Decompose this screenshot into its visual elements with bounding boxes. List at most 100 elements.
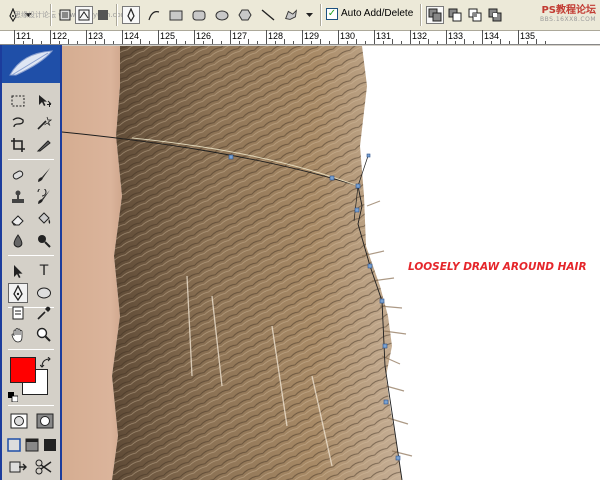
eraser-tool-icon[interactable] [8, 209, 28, 229]
ruler-major-tick [482, 30, 483, 44]
ruler-minor-tick [95, 41, 96, 44]
ruler-minor-tick [464, 39, 465, 44]
ruler-minor-tick [473, 41, 474, 44]
ruler-minor-tick [293, 41, 294, 44]
line-tool-icon[interactable] [259, 6, 277, 24]
feather-logo-icon [9, 50, 54, 76]
ruler-label: 124 [124, 31, 140, 41]
custom-shape-dropdown-icon[interactable] [304, 6, 314, 24]
ruler-label: 133 [448, 31, 464, 41]
foreground-color-swatch[interactable] [10, 357, 36, 383]
dodge-tool-icon[interactable] [34, 231, 54, 251]
ruler-major-tick [446, 30, 447, 44]
standard-mode-icon[interactable] [8, 411, 30, 431]
rounded-rectangle-tool-icon[interactable] [190, 6, 208, 24]
blur-tool-icon[interactable] [8, 231, 28, 251]
annotation-text: LOOSELY DRAW AROUND HAIR [408, 261, 587, 273]
ellipse-tool-icon[interactable] [213, 6, 231, 24]
ruler-minor-tick [140, 39, 141, 44]
ruler-major-tick [374, 30, 375, 44]
eyedropper-tool-icon[interactable] [34, 303, 54, 323]
ruler-minor-tick [500, 39, 501, 44]
ruler-major-tick [338, 30, 339, 44]
shape-layers-mode-icon[interactable] [56, 6, 74, 24]
ruler-minor-tick [23, 41, 24, 44]
path-selection-tool-icon[interactable] [8, 261, 28, 281]
ruler-minor-tick [275, 41, 276, 44]
type-tool-icon[interactable]: T [34, 261, 54, 281]
jump-to-imageready-icon[interactable] [8, 457, 28, 477]
move-tool-icon[interactable] [34, 91, 54, 111]
default-colors-icon[interactable] [8, 387, 19, 403]
crop-tool-icon[interactable] [8, 135, 28, 155]
pen-tool-icon[interactable] [8, 283, 28, 303]
pen-tool-icon[interactable] [122, 6, 140, 24]
healing-brush-tool-icon[interactable] [8, 165, 28, 185]
notes-tool-icon[interactable] [8, 303, 28, 323]
ruler-minor-tick [167, 41, 168, 44]
paint-bucket-tool-icon[interactable] [34, 209, 54, 229]
ruler-minor-tick [284, 39, 285, 44]
ruler-label: 128 [268, 31, 284, 41]
ruler-major-tick [266, 30, 267, 44]
ruler-minor-tick [68, 39, 69, 44]
rectangular-marquee-tool-icon[interactable] [8, 91, 28, 111]
full-screen-mode-icon[interactable] [42, 435, 58, 455]
exclude-overlapping-areas-icon[interactable] [486, 6, 504, 24]
full-screen-menu-mode-icon[interactable] [24, 435, 40, 455]
paths-mode-icon[interactable] [75, 6, 93, 24]
lasso-tool-icon[interactable] [8, 113, 28, 133]
ruler-minor-tick [365, 41, 366, 44]
history-brush-tool-icon[interactable] [34, 187, 54, 207]
ruler-major-tick [14, 30, 15, 44]
ruler-minor-tick [437, 41, 438, 44]
ruler-minor-tick [527, 41, 528, 44]
ruler-major-tick [194, 30, 195, 44]
hand-tool-icon[interactable] [8, 325, 28, 345]
brush-tool-icon[interactable] [34, 165, 54, 185]
subtract-shape-area-icon[interactable] [446, 6, 464, 24]
auto-add-delete-checkbox[interactable]: ✓ [326, 8, 338, 20]
ruler-minor-tick [311, 41, 312, 44]
horizontal-ruler[interactable]: 121 122 123 124 125 126 127 128 129 130 131 132 133 1… [0, 30, 600, 45]
ruler-major-tick [230, 30, 231, 44]
ruler-minor-tick [149, 41, 150, 44]
ruler-major-tick [122, 30, 123, 44]
magic-wand-tool-icon[interactable] [34, 113, 54, 133]
fill-pixels-mode-icon[interactable] [94, 6, 112, 24]
standard-screen-mode-icon[interactable] [6, 435, 22, 455]
scissors-icon[interactable] [34, 457, 54, 477]
ellipse-shape-tool-icon[interactable] [34, 283, 54, 303]
intersect-shape-areas-icon[interactable] [466, 6, 484, 24]
ruler-label: 130 [340, 31, 356, 41]
slice-tool-icon[interactable] [34, 135, 54, 155]
photoshop-window: 思缘设计论坛 www.missyuan.com ✓ Auto Add/Delet… [0, 0, 600, 480]
ruler-minor-tick [104, 39, 105, 44]
ruler-label: 132 [412, 31, 428, 41]
ruler-label: 127 [232, 31, 248, 41]
ruler-label: 123 [88, 31, 104, 41]
rectangle-tool-icon[interactable] [167, 6, 185, 24]
document-canvas[interactable]: LOOSELY DRAW AROUND HAIR [62, 46, 600, 480]
clone-stamp-tool-icon[interactable] [8, 187, 28, 207]
ruler-minor-tick [401, 41, 402, 44]
ruler-minor-tick [356, 39, 357, 44]
ruler-minor-tick [176, 39, 177, 44]
custom-shape-tool-icon[interactable] [282, 6, 300, 24]
ruler-label: 125 [160, 31, 176, 41]
quick-mask-mode-icon[interactable] [34, 411, 56, 431]
ruler-label: 122 [52, 31, 68, 41]
zoom-tool-icon[interactable] [34, 325, 54, 345]
ruler-major-tick [518, 30, 519, 44]
ruler-minor-tick [32, 39, 33, 44]
freeform-pen-tool-icon[interactable] [145, 6, 163, 24]
ruler-minor-tick [131, 41, 132, 44]
ruler-major-tick [50, 30, 51, 44]
watermark-title: PS教程论坛 [541, 5, 596, 16]
ruler-label: 126 [196, 31, 212, 41]
ruler-minor-tick [455, 41, 456, 44]
combine-shape-areas-icon[interactable] [426, 6, 444, 24]
swap-colors-icon[interactable] [39, 354, 52, 368]
polygon-tool-icon[interactable] [236, 6, 254, 24]
ruler-minor-tick [113, 41, 114, 44]
